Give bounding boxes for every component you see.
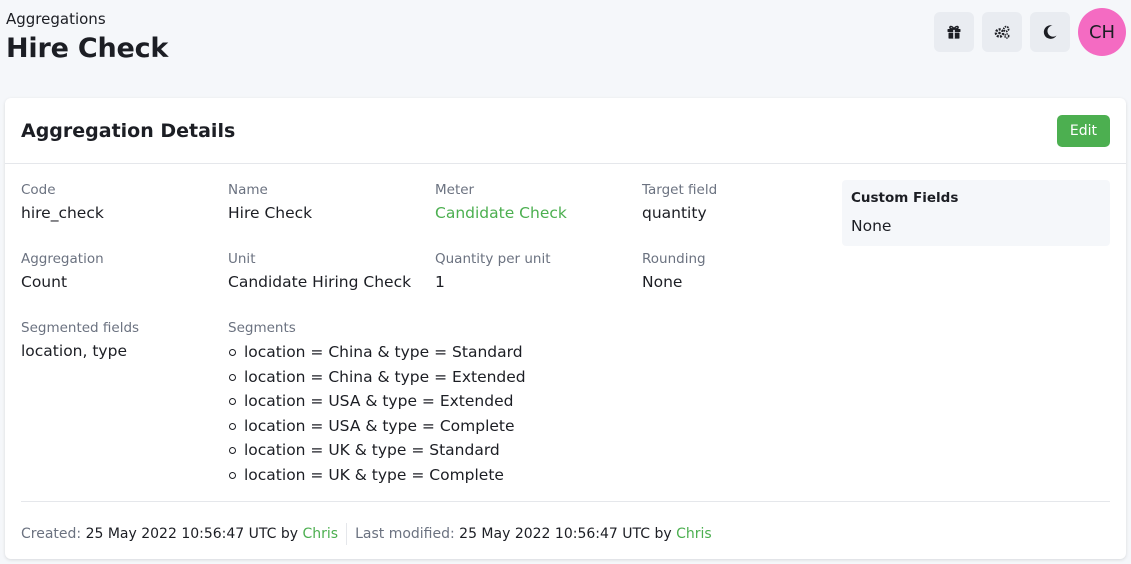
field-value: hire_check (21, 204, 104, 222)
field-label: Segmented fields (21, 320, 140, 336)
audit-footer: Created: 25 May 2022 10:56:47 UTC by Chr… (21, 523, 712, 545)
segment-text: location = China & type = Extended (244, 367, 526, 386)
field-unit: Unit Candidate Hiring Check (228, 251, 411, 291)
list-item: location = USA & type = Complete (228, 416, 526, 441)
field-segmented-fields: Segmented fields location, type (21, 320, 139, 360)
dark-mode-button[interactable] (1030, 12, 1070, 52)
field-segments: Segments location = China & type = Stand… (228, 320, 526, 489)
field-target-field: Target field quantity (642, 182, 717, 222)
bullet-icon (229, 447, 236, 454)
field-quantity-per-unit: Quantity per unit 1 (435, 251, 551, 291)
footer-divider (21, 501, 1110, 502)
field-value: Count (21, 273, 68, 291)
field-label: Target field (642, 182, 718, 198)
list-item: location = UK & type = Standard (228, 440, 526, 465)
created-by-word: by (280, 526, 299, 542)
list-item: location = UK & type = Complete (228, 465, 526, 490)
field-value: 1 (435, 273, 445, 291)
meter-link[interactable]: Candidate Check (435, 204, 567, 222)
moon-icon (1043, 25, 1057, 39)
list-item: location = China & type = Extended (228, 367, 526, 392)
bullet-icon (229, 349, 236, 356)
field-value: Candidate Hiring Check (228, 273, 412, 291)
field-label: Rounding (642, 251, 706, 267)
list-item: location = China & type = Standard (228, 342, 526, 367)
field-label: Name (228, 182, 268, 198)
segment-text: location = UK & type = Complete (244, 465, 504, 484)
segment-text: location = USA & type = Complete (244, 416, 515, 435)
field-label: Meter (435, 182, 475, 198)
field-value: quantity (642, 204, 707, 222)
segment-text: location = China & type = Standard (244, 343, 523, 361)
bullet-icon (229, 471, 236, 479)
created-value: 25 May 2022 10:56:47 UTC (85, 526, 277, 542)
card-header: Aggregation Details Edit (5, 98, 1126, 164)
footer-separator (346, 523, 348, 545)
field-rounding: Rounding None (642, 251, 706, 291)
segments-list: location = China & type = Standard locat… (228, 342, 526, 489)
field-aggregation: Aggregation Count (21, 251, 104, 291)
gears-icon (994, 25, 1010, 39)
created-label: Created: (21, 526, 82, 542)
breadcrumb[interactable]: Aggregations (6, 10, 106, 28)
custom-fields-title: Custom Fields (851, 190, 959, 206)
gift-icon (947, 25, 961, 39)
custom-fields-panel: Custom Fields None (842, 180, 1110, 246)
field-value: None (642, 273, 683, 291)
avatar[interactable]: CH (1078, 8, 1126, 56)
settings-button[interactable] (982, 12, 1022, 52)
list-item: location = USA & type = Extended (228, 391, 526, 416)
page-title: Hire Check (6, 33, 169, 64)
modified-by-word: by (654, 526, 672, 542)
segment-text: location = USA & type = Extended (244, 392, 514, 410)
custom-fields-value: None (851, 217, 892, 235)
bullet-icon (229, 422, 236, 430)
aggregation-details-card: Aggregation Details Edit Code hire_check… (5, 98, 1126, 559)
field-meter: Meter Candidate Check (435, 182, 567, 222)
field-code: Code hire_check (21, 182, 104, 222)
bullet-icon (229, 398, 236, 405)
field-name: Name Hire Check (228, 182, 312, 222)
segment-text: location = UK & type = Standard (244, 441, 500, 459)
modified-label: Last modified: (355, 526, 455, 542)
header-toolbar: CH (934, 8, 1126, 56)
gift-button[interactable] (934, 12, 974, 52)
field-label: Quantity per unit (435, 251, 551, 267)
field-label: Segments (228, 320, 296, 336)
field-label: Aggregation (21, 251, 104, 267)
modified-by-link[interactable]: Chris (676, 526, 712, 542)
card-title: Aggregation Details (21, 120, 236, 142)
field-label: Unit (228, 251, 256, 267)
bullet-icon (229, 373, 236, 381)
created-by-link[interactable]: Chris (302, 526, 338, 542)
field-value: location, type (21, 342, 127, 360)
page-header: Aggregations Hire Check CH (0, 0, 1131, 98)
modified-value: 25 May 2022 10:56:47 UTC (459, 526, 650, 542)
field-label: Code (21, 182, 56, 198)
edit-button[interactable]: Edit (1056, 115, 1110, 147)
field-value: Hire Check (228, 204, 313, 222)
